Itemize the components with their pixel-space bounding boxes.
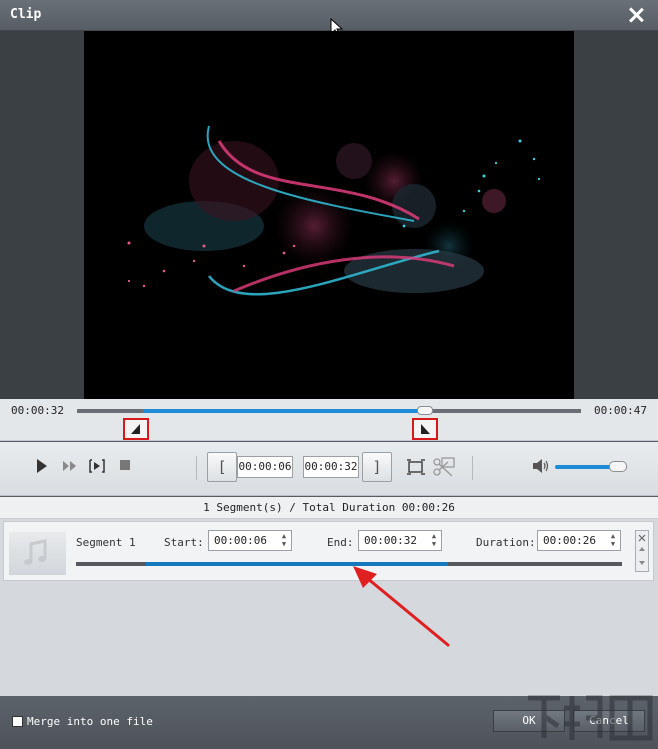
- video-frame: [84, 31, 574, 399]
- merge-checkbox[interactable]: Merge into one file: [12, 715, 153, 728]
- segments-summary: 1 Segment(s) / Total Duration 00:00:26: [0, 497, 658, 519]
- segment-list: Segment 1 Start: 00:00:06 ▲ ▼ End: 00:00:…: [0, 519, 658, 696]
- play-icon[interactable]: [36, 459, 48, 473]
- segment-start-value: 00:00:06: [214, 534, 267, 547]
- segment-thumbnail: [9, 532, 66, 575]
- volume-icon[interactable]: [532, 458, 550, 474]
- playhead-handle[interactable]: [416, 406, 433, 415]
- step-frame-icon[interactable]: [89, 459, 105, 473]
- trim-end-time[interactable]: 00:00:32: [303, 456, 359, 478]
- segment-remove-scroll[interactable]: [635, 530, 649, 572]
- separator: [196, 456, 197, 480]
- current-time: 00:00:32: [11, 404, 64, 417]
- end-marker-handle[interactable]: [412, 418, 438, 440]
- duration-spinner-arrows[interactable]: ▲ ▼: [608, 532, 618, 549]
- close-icon[interactable]: [626, 5, 646, 25]
- end-marker-icon: [421, 424, 430, 434]
- video-image: [127, 125, 541, 296]
- duration-label: Duration:: [476, 536, 536, 549]
- checkbox-box[interactable]: [12, 716, 23, 727]
- start-marker-handle[interactable]: [123, 418, 149, 440]
- stop-icon[interactable]: [120, 459, 131, 471]
- segment-duration-input[interactable]: 00:00:26 ▲ ▼: [537, 530, 621, 551]
- playback-controls: [ 00:00:06 00:00:32 ]: [0, 442, 658, 496]
- trim-start-time[interactable]: 00:00:06: [237, 456, 293, 478]
- watermark-logo: [528, 695, 653, 741]
- end-label: End:: [327, 536, 354, 549]
- total-time: 00:00:47: [594, 404, 647, 417]
- segment-duration-value: 00:00:26: [543, 534, 596, 547]
- timeline-selection: [142, 409, 425, 413]
- title-bar: Clip: [0, 0, 658, 31]
- segment-start-input[interactable]: 00:00:06 ▲ ▼: [208, 530, 292, 551]
- music-note-icon: [24, 539, 47, 565]
- segment-row[interactable]: Segment 1 Start: 00:00:06 ▲ ▼ End: 00:00:…: [3, 521, 654, 581]
- start-spinner-arrows[interactable]: ▲ ▼: [279, 532, 289, 549]
- separator: [472, 456, 473, 480]
- end-spinner-arrows[interactable]: ▲ ▼: [429, 532, 439, 549]
- crop-icon[interactable]: [406, 457, 426, 477]
- fast-forward-icon[interactable]: [63, 459, 77, 473]
- merge-label: Merge into one file: [27, 715, 153, 728]
- set-end-button[interactable]: ]: [362, 452, 392, 482]
- segment-end-value: 00:00:32: [364, 534, 417, 547]
- annotation-arrow-icon: [353, 566, 450, 647]
- set-start-button[interactable]: [: [207, 452, 237, 482]
- timeline-bar: 00:00:32 00:00:47: [0, 399, 658, 441]
- start-label: Start:: [164, 536, 204, 549]
- video-preview-area: [0, 31, 658, 399]
- cut-icon[interactable]: [432, 456, 456, 478]
- segment-end-input[interactable]: 00:00:32 ▲ ▼: [358, 530, 442, 551]
- segment-name: Segment 1: [76, 536, 136, 549]
- remove-icon: [638, 534, 646, 565]
- volume-slider-handle[interactable]: [609, 461, 628, 472]
- start-marker-icon: [131, 424, 140, 434]
- window-title: Clip: [10, 7, 42, 22]
- timeline-track[interactable]: [77, 406, 581, 415]
